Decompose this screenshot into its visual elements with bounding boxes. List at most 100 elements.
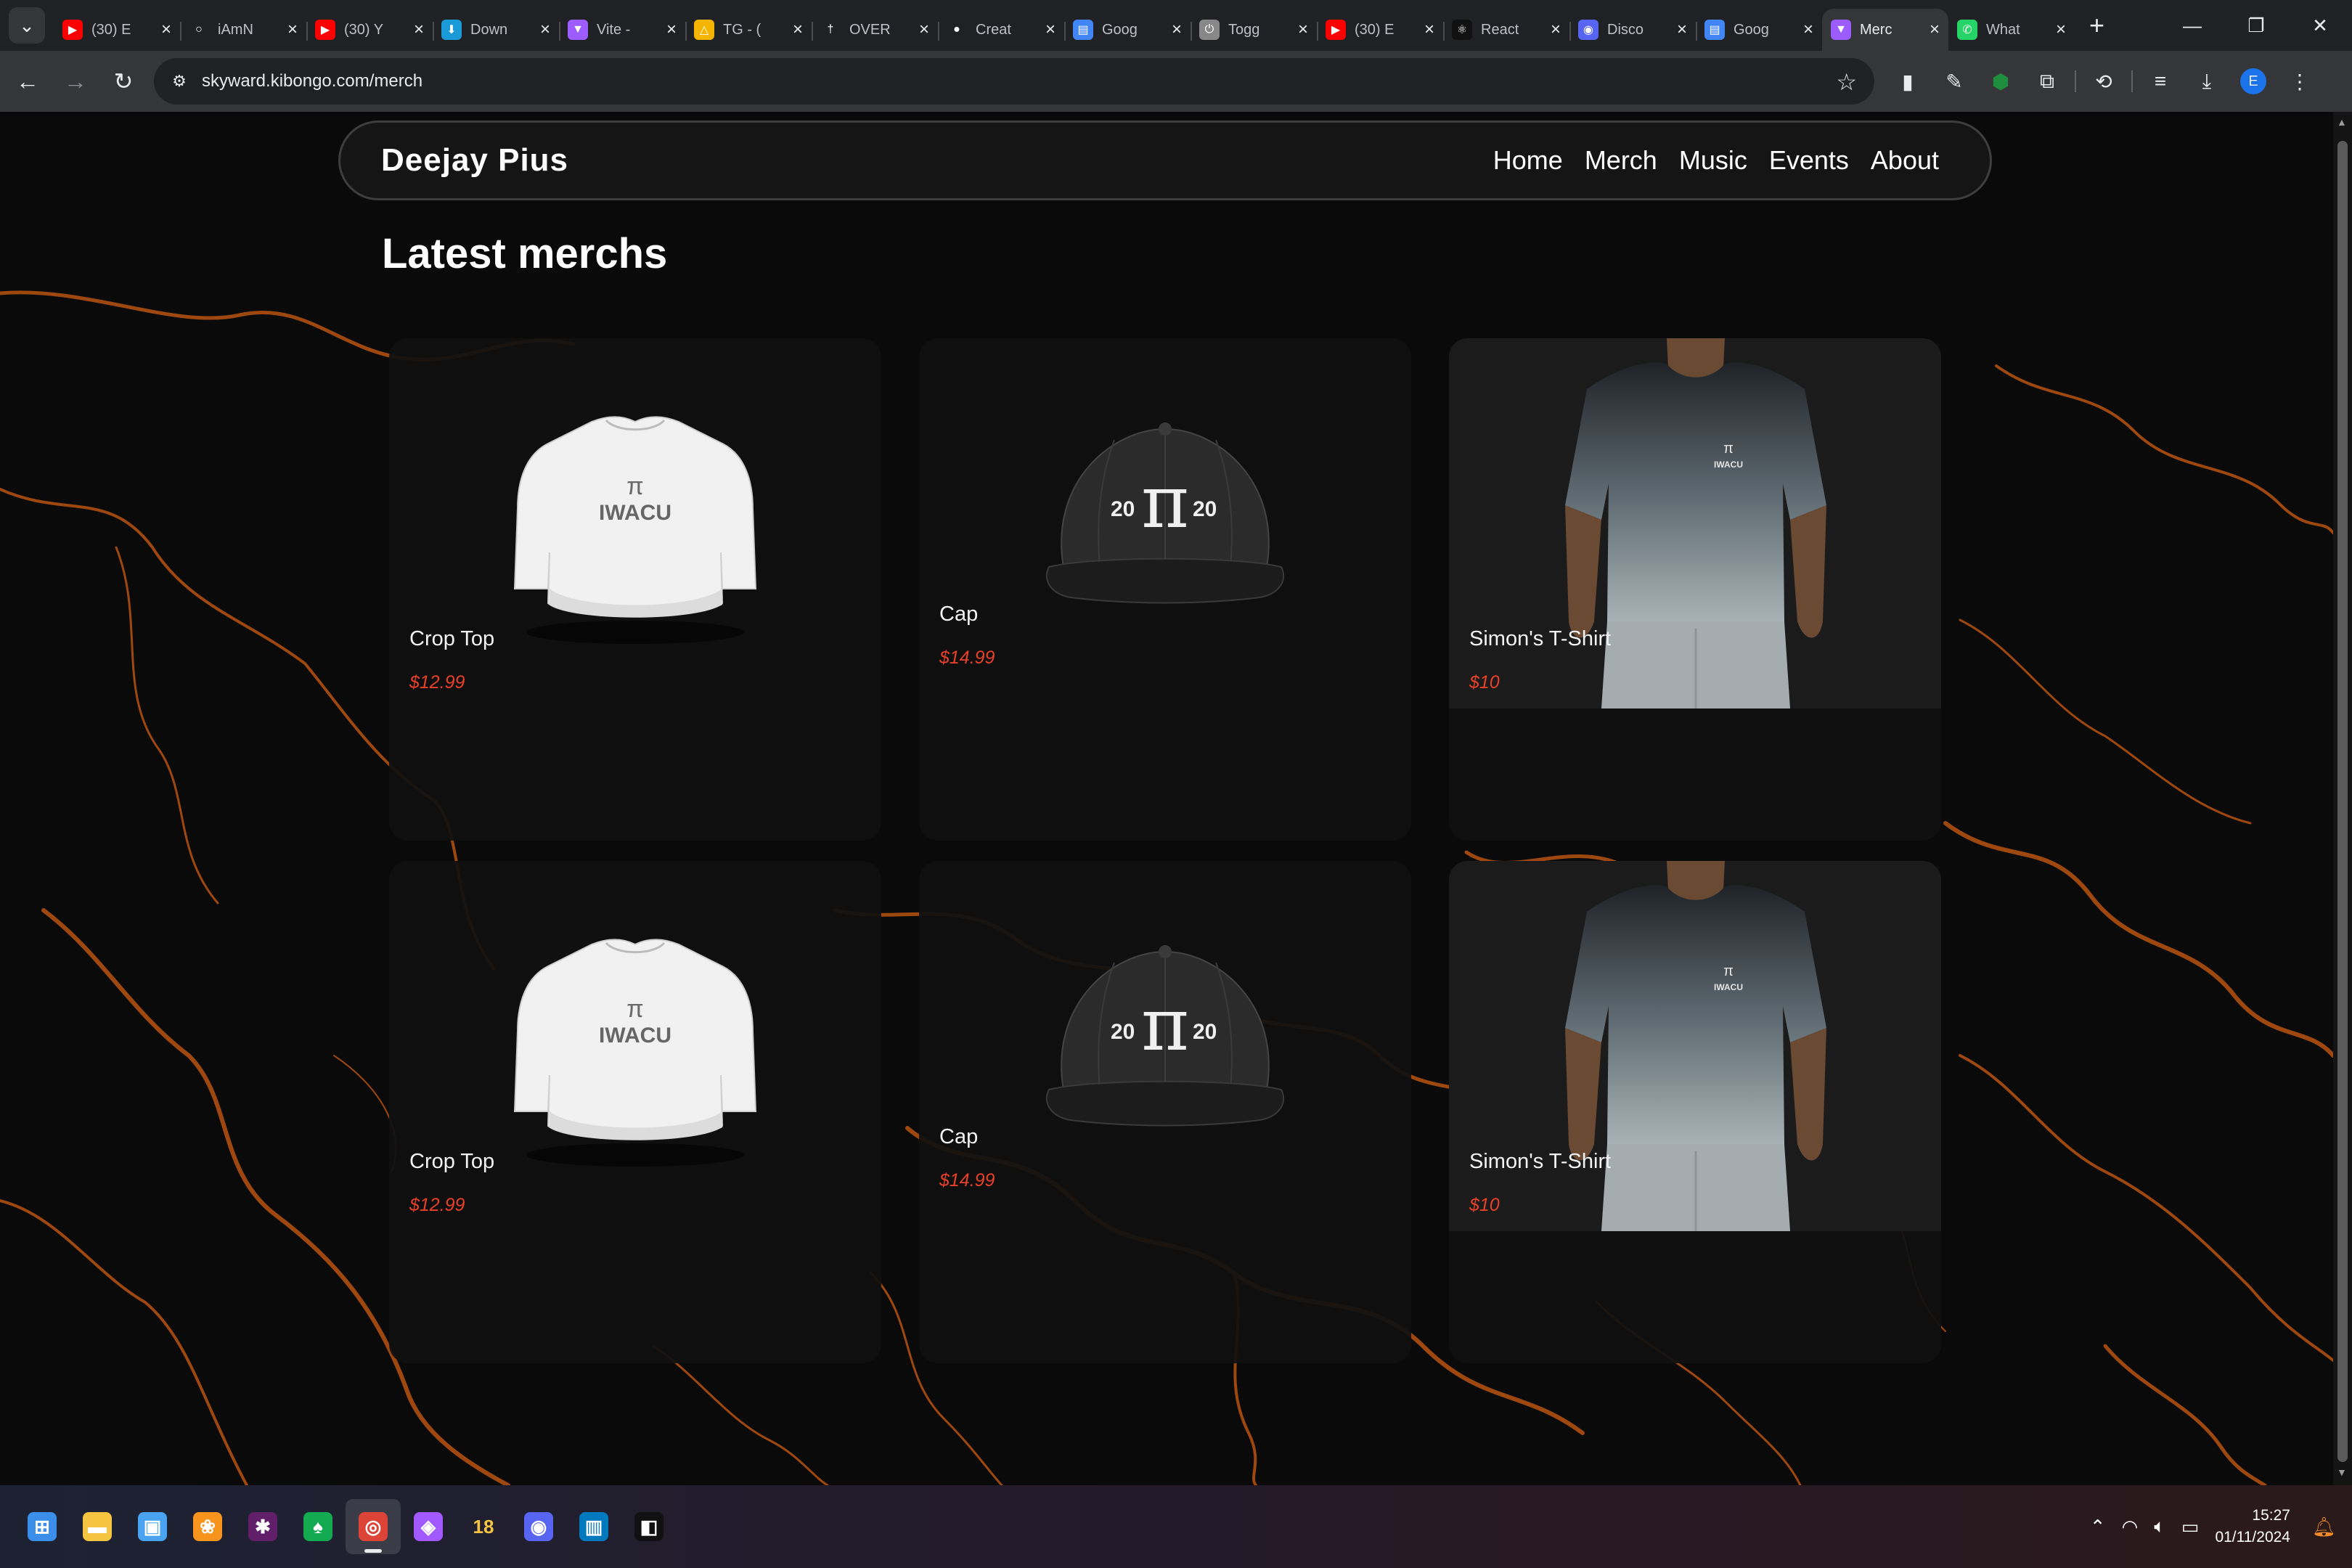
notification-bell-icon[interactable]: 🔔︎ <box>2312 1516 2336 1538</box>
close-tab-icon[interactable]: × <box>1298 20 1308 40</box>
site-settings-icon[interactable]: ⚙ <box>168 70 190 92</box>
more-menu-icon[interactable]: ⋮ <box>2277 51 2323 112</box>
browser-tab[interactable]: ⚛ React × <box>1443 9 1569 51</box>
product-price: $12.99 <box>409 672 465 693</box>
page-viewport: Deejay Pius Home Merch Music Events Abou… <box>0 112 2333 1485</box>
browser-tab[interactable]: ○ iAmN × <box>180 9 306 51</box>
history-icon[interactable]: ⟲ <box>2081 51 2127 112</box>
eyedropper-extension-icon[interactable]: ✎ <box>1931 51 1977 112</box>
browser-tab[interactable]: † OVER × <box>812 9 938 51</box>
nav-link-events[interactable]: Events <box>1769 145 1849 176</box>
chevron-up-icon[interactable]: ⌃ <box>2090 1516 2106 1538</box>
site-navbar: Deejay Pius Home Merch Music Events Abou… <box>338 121 1992 200</box>
tab-title: Vite - <box>597 21 631 38</box>
product-price: $10 <box>1469 672 1500 693</box>
product-image: π IWACU <box>389 338 881 709</box>
browser-tab[interactable]: △ TG - (× <box>685 9 812 51</box>
site-brand[interactable]: Deejay Pius <box>381 142 568 179</box>
product-card[interactable]: π IWACU Simon's T-Shirt $10 <box>1449 861 1941 1363</box>
taskbar-app-trello[interactable]: ▥ <box>566 1499 621 1554</box>
taskbar-app-discord[interactable]: ◉ <box>511 1499 566 1554</box>
browser-tab[interactable]: ▶ (30) Y × <box>306 9 433 51</box>
taskbar-app-chrome[interactable]: ◎ <box>346 1499 401 1554</box>
browser-tab[interactable]: ▤ Goog × <box>1064 9 1191 51</box>
browser-tab[interactable]: ▼ Merc × <box>1822 9 1948 51</box>
system-clock[interactable]: 15:27 01/11/2024 <box>2215 1505 2290 1548</box>
print-year-left: 20 <box>1111 1020 1135 1044</box>
browser-tab[interactable]: ▼ Vite - × <box>559 9 685 51</box>
close-tab-icon[interactable]: × <box>1677 20 1687 40</box>
reload-button[interactable]: ↻ <box>103 61 144 102</box>
puzzle-extensions-icon[interactable]: ⧉ <box>2024 51 2070 112</box>
taskbar-app-start[interactable]: ⊞ <box>15 1499 70 1554</box>
nav-link-home[interactable]: Home <box>1493 145 1563 176</box>
tab-title: Goog <box>1102 21 1138 38</box>
download-icon[interactable]: ⤓ <box>2184 51 2230 112</box>
battery-icon[interactable]: ▭ <box>2181 1516 2200 1538</box>
close-tab-icon[interactable]: × <box>540 20 550 40</box>
address-bar[interactable]: ⚙ skyward.kibongo.com/merch ☆ <box>154 58 1874 105</box>
close-tab-icon[interactable]: × <box>2056 20 2066 40</box>
new-tab-button[interactable]: + <box>2089 10 2104 41</box>
clipboard-extension-icon[interactable]: ▮ <box>1885 51 1931 112</box>
browser-tab[interactable]: ✆ What × <box>1948 9 2075 51</box>
product-card[interactable]: π IWACU Crop Top $12.99 <box>389 861 881 1363</box>
product-card[interactable]: 20 π 20 Cap $14.99 <box>919 338 1411 841</box>
close-tab-icon[interactable]: × <box>1424 20 1434 40</box>
wifi-icon[interactable]: ◠ <box>2122 1516 2139 1538</box>
nav-link-music[interactable]: Music <box>1679 145 1747 176</box>
close-tab-icon[interactable]: × <box>1045 20 1055 40</box>
page-title: Latest merchs <box>382 230 668 277</box>
taskbar-app-file-explorer[interactable]: ▬ <box>70 1499 125 1554</box>
scrollbar-thumb[interactable] <box>2337 141 2348 1462</box>
browser-tab[interactable]: ⬇ Down × <box>433 9 559 51</box>
minimize-icon[interactable]: — <box>2160 0 2224 51</box>
taskbar-app-slack[interactable]: ✱ <box>235 1499 290 1554</box>
page-scrollbar[interactable]: ▲ ▼ <box>2333 112 2352 1485</box>
crop-top-image: π IWACU <box>513 416 757 644</box>
browser-tab[interactable]: ▶ (30) E × <box>54 9 180 51</box>
product-card[interactable]: 20 π 20 Cap $14.99 <box>919 861 1411 1363</box>
scroll-down-arrow-icon[interactable]: ▼ <box>2337 1466 2347 1478</box>
scroll-up-arrow-icon[interactable]: ▲ <box>2337 116 2347 128</box>
close-tab-icon[interactable]: × <box>793 20 803 40</box>
close-tab-icon[interactable]: × <box>161 20 171 40</box>
taskbar-app-fl-studio[interactable]: ❀ <box>180 1499 235 1554</box>
browser-tab[interactable]: ● Creat × <box>938 9 1064 51</box>
bookmark-star-icon[interactable]: ☆ <box>1836 68 1857 96</box>
tab-search-button[interactable]: ⌄ <box>9 7 45 44</box>
taskbar-app-capcut[interactable]: ◧ <box>621 1499 677 1554</box>
taskbar-app-store[interactable]: ▣ <box>125 1499 180 1554</box>
toolbar-divider <box>2131 70 2133 92</box>
product-card[interactable]: π IWACU Simon's T-Shirt $10 <box>1449 338 1941 841</box>
browser-tab[interactable]: ◉ Disco × <box>1569 9 1696 51</box>
close-tab-icon[interactable]: × <box>414 20 424 40</box>
browser-tab[interactable]: ▤ Goog × <box>1696 9 1822 51</box>
close-tab-icon[interactable]: × <box>919 20 929 40</box>
browser-tab[interactable]: ▶ (30) E × <box>1317 9 1443 51</box>
nav-link-merch[interactable]: Merch <box>1585 145 1657 176</box>
close-tab-icon[interactable]: × <box>666 20 677 40</box>
restore-icon[interactable]: ❐ <box>2224 0 2288 51</box>
product-name: Cap <box>939 603 979 626</box>
close-tab-icon[interactable]: × <box>287 20 298 40</box>
profile-avatar[interactable]: E <box>2240 68 2266 94</box>
print-iwacu: IWACU <box>1714 982 1743 992</box>
browser-tab[interactable]: ⏻ Togg × <box>1191 9 1317 51</box>
close-tab-icon[interactable]: × <box>1172 20 1182 40</box>
taskbar-app-app-18[interactable]: 18 <box>456 1499 511 1554</box>
close-tab-icon[interactable]: × <box>1803 20 1813 40</box>
nav-link-about[interactable]: About <box>1871 145 1939 176</box>
close-tab-icon[interactable]: × <box>1551 20 1561 40</box>
close-window-icon[interactable]: ✕ <box>2288 0 2352 51</box>
back-button[interactable]: ← <box>7 61 48 102</box>
media-queue-icon[interactable]: ≡ <box>2137 51 2184 112</box>
taskbar-app-figma[interactable]: ◈ <box>401 1499 456 1554</box>
taskbar-app-mongodb-compass[interactable]: ♠ <box>290 1499 346 1554</box>
google-docs-icon: ▤ <box>1704 20 1725 40</box>
product-card[interactable]: π IWACU Crop Top $12.99 <box>389 338 881 841</box>
green-extension-icon[interactable]: ⬢ <box>1977 51 2024 112</box>
close-tab-icon[interactable]: × <box>1930 20 1940 40</box>
forward-button[interactable]: → <box>55 61 96 102</box>
volume-icon[interactable]: 🔈︎ <box>2154 1515 2165 1538</box>
